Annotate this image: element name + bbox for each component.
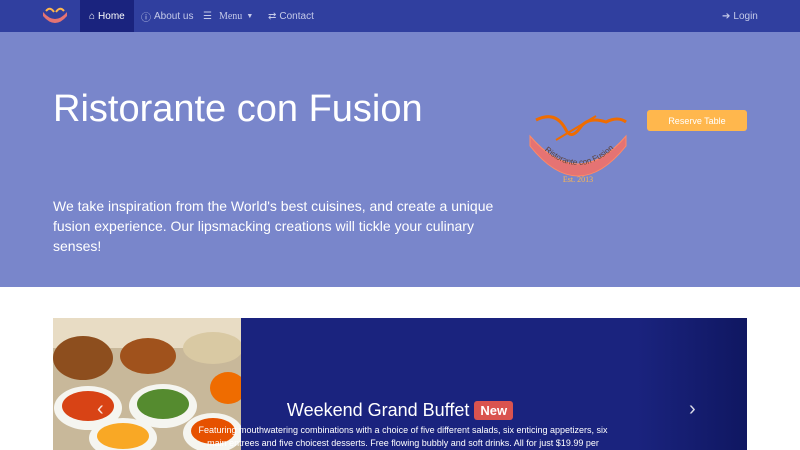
carousel-gradient	[637, 318, 747, 450]
navbar: ⌂ Home ⓘ About us ☰ Menu ▼ ⇄ Contact ➔ L…	[0, 0, 800, 32]
nav-menu-label: Menu	[218, 10, 243, 22]
carousel-title: Weekend Grand Buffet	[286, 400, 470, 420]
login-link[interactable]: ➔ Login	[722, 0, 758, 32]
sign-in-icon: ➔	[722, 10, 731, 22]
brand-logo[interactable]	[40, 4, 70, 28]
info-icon: ⓘ	[141, 12, 151, 24]
login-label: Login	[733, 10, 758, 22]
exchange-icon: ⇄	[268, 10, 277, 22]
carousel-caption-text: Featuring mouthwatering combinations wit…	[198, 425, 608, 448]
carousel-caption-title: Weekend Grand Buffet New	[53, 400, 747, 421]
list-icon: ☰	[203, 10, 212, 22]
nav-about[interactable]: ⓘ About us	[141, 0, 193, 32]
jumbotron: Ristorante con Fusion We take inspiratio…	[0, 32, 800, 287]
nav-contact[interactable]: ⇄ Contact	[268, 0, 314, 32]
hero-title: Ristorante con Fusion	[53, 88, 423, 130]
caret-down-icon: ▼	[246, 12, 254, 20]
nav-home[interactable]: ⌂ Home	[80, 0, 134, 32]
nav-menu[interactable]: ☰ Menu ▼	[203, 0, 253, 32]
restaurant-logo: Ristorante con Fusion Est. 2013	[529, 115, 627, 184]
home-icon: ⌂	[89, 10, 96, 22]
nav-about-label: About us	[154, 10, 194, 22]
logo-est: Est. 2013	[563, 175, 593, 184]
new-badge: New	[474, 401, 514, 420]
nav-home-label: Home	[98, 10, 125, 22]
carousel: ‹ › Weekend Grand Buffet New Featuring m…	[53, 318, 747, 450]
hero-description: We take inspiration from the World's bes…	[53, 198, 494, 254]
reserve-table-button[interactable]: Reserve Table	[647, 110, 747, 131]
nav-contact-label: Contact	[279, 10, 314, 22]
